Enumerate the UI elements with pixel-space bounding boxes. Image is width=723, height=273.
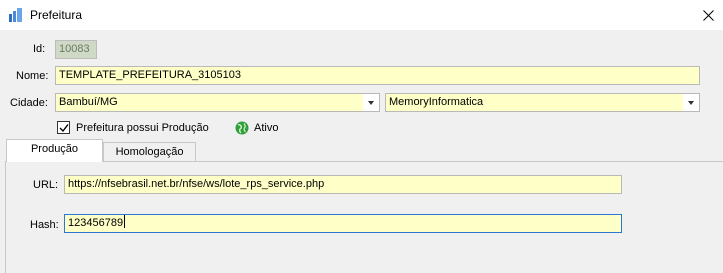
chevron-down-icon — [368, 100, 374, 105]
window-title: Prefeitura — [30, 8, 83, 22]
cidade-select-value: Bambuí/MG — [59, 96, 118, 108]
close-icon — [702, 9, 714, 21]
producao-checkbox[interactable] — [57, 121, 70, 134]
checkmark-icon — [59, 124, 69, 133]
globe-icon — [235, 121, 249, 135]
producao-checkbox-label[interactable]: Prefeitura possui Produção — [76, 122, 209, 134]
chevron-down-icon — [688, 100, 694, 105]
hash-label: Hash: — [30, 219, 59, 231]
provedor-dropdown-button[interactable] — [683, 94, 699, 111]
nome-label: Nome: — [16, 70, 49, 82]
url-label: URL: — [33, 179, 59, 191]
tab-homologacao[interactable]: Homologação — [103, 142, 196, 162]
url-input[interactable]: https://nfsebrasil.net.br/nfse/ws/lote_r… — [64, 175, 622, 194]
close-button[interactable] — [693, 0, 723, 30]
app-icon — [9, 8, 22, 22]
nome-input[interactable]: TEMPLATE_PREFEITURA_3105103 — [55, 66, 700, 85]
hash-input-value: 123456789 — [68, 217, 124, 229]
provedor-select[interactable]: MemoryInformatica — [385, 93, 700, 112]
tab-producao[interactable]: Produção — [6, 139, 103, 162]
cidade-dropdown-button[interactable] — [363, 94, 379, 111]
cidade-label: Cidade: — [10, 97, 48, 109]
text-caret — [124, 215, 126, 228]
title-bar: Prefeitura — [0, 0, 723, 30]
cidade-select[interactable]: Bambuí/MG — [55, 93, 380, 112]
hash-input[interactable]: 123456789 — [64, 214, 622, 233]
id-field: 10083 — [55, 40, 97, 59]
status-label: Ativo — [254, 122, 279, 134]
provedor-select-value: MemoryInformatica — [389, 96, 484, 108]
id-label: Id: — [33, 43, 46, 55]
